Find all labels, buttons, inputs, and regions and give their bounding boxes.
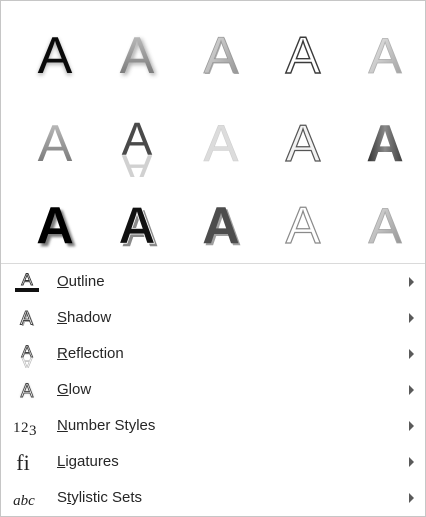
menu-item-shadow[interactable]: A A Shadow <box>1 300 425 336</box>
svg-text:A: A <box>118 197 156 255</box>
effect-fill-dark-bevel[interactable]: A A <box>185 187 257 259</box>
reflection-icon: A A <box>9 340 45 373</box>
svg-text:abc: abc <box>13 493 35 509</box>
svg-text:A: A <box>38 27 73 85</box>
menu-item-number-styles[interactable]: 1 2 3 Number Styles <box>1 408 425 444</box>
effect-fill-black-glow[interactable]: A A <box>19 17 91 89</box>
shadow-icon: A A <box>9 304 45 332</box>
svg-text:A: A <box>122 145 153 177</box>
menu-item-label: Ligatures <box>57 453 119 470</box>
menu-item-label: Reflection <box>57 345 124 362</box>
text-effects-gallery: A A A A A A A A A A A A A A A A A A A A … <box>1 1 425 263</box>
svg-text:A: A <box>204 27 239 85</box>
svg-text:A: A <box>38 115 73 173</box>
svg-text:A: A <box>366 115 404 173</box>
effect-fill-dark-gradient[interactable]: A <box>349 105 421 177</box>
svg-text:fi: fi <box>16 450 29 475</box>
svg-text:A: A <box>286 27 321 85</box>
submenu-arrow-icon <box>409 385 414 395</box>
number-styles-icon: 1 2 3 <box>9 412 45 440</box>
svg-text:A: A <box>21 381 34 402</box>
menu-item-label: Shadow <box>57 309 112 326</box>
menu-item-glow[interactable]: A A Glow <box>1 372 425 408</box>
text-effects-panel: A A A A A A A A A A A A A A A A A A A A … <box>0 0 426 517</box>
menu-item-stylistic-sets[interactable]: abc Stylistic Sets <box>1 480 425 516</box>
glow-icon: A A <box>9 376 45 404</box>
submenu-arrow-icon <box>409 349 414 359</box>
effect-outline-white[interactable]: A <box>267 17 339 89</box>
svg-text:A: A <box>368 198 402 254</box>
effect-outline-gray-inner[interactable]: A <box>267 105 339 177</box>
svg-text:1: 1 <box>13 420 21 436</box>
ligatures-icon: fi <box>9 448 45 476</box>
svg-text:2: 2 <box>21 420 29 436</box>
svg-text:A: A <box>202 197 240 255</box>
svg-text:A: A <box>21 353 33 368</box>
menu-item-label: Glow <box>57 381 92 398</box>
effect-fill-dark-reflection[interactable]: A A <box>101 105 173 177</box>
svg-text:A: A <box>36 197 74 255</box>
outline-icon: A <box>9 268 45 296</box>
effect-fill-gray-bevel[interactable]: A A <box>185 17 257 89</box>
effect-fill-light-gray-gradient[interactable]: A <box>349 17 421 89</box>
svg-text:A: A <box>204 115 239 173</box>
svg-text:A: A <box>20 309 33 330</box>
submenu-arrow-icon <box>409 421 414 431</box>
effect-fill-gradient-bevel[interactable]: A <box>349 187 421 259</box>
svg-text:A: A <box>120 27 155 85</box>
svg-text:A: A <box>21 270 33 289</box>
svg-text:A: A <box>286 197 321 255</box>
menu-item-ligatures[interactable]: fi Ligatures <box>1 444 425 480</box>
menu-item-label: Stylistic Sets <box>57 489 143 506</box>
effect-fill-pale-gray[interactable]: A <box>185 105 257 177</box>
svg-text:A: A <box>368 28 402 84</box>
submenu-arrow-icon <box>409 493 414 503</box>
menu-item-outline[interactable]: A Outline <box>1 264 425 300</box>
effect-outline-light[interactable]: A <box>267 187 339 259</box>
effect-fill-gray-gradient[interactable]: A <box>19 105 91 177</box>
svg-text:3: 3 <box>29 423 37 439</box>
submenu-arrow-icon <box>409 313 414 323</box>
submenu-arrow-icon <box>409 457 414 467</box>
effect-fill-gray-shadow[interactable]: A A <box>101 17 173 89</box>
svg-text:A: A <box>286 115 321 173</box>
menu-item-label: Outline <box>57 273 105 290</box>
submenu-arrow-icon <box>409 277 414 287</box>
menu-item-label: Number Styles <box>57 417 156 434</box>
effect-fill-black-outline-shadow[interactable]: A A <box>101 187 173 259</box>
menu-item-reflection[interactable]: A A Reflection <box>1 336 425 372</box>
effect-fill-black-bold-shadow[interactable]: A A <box>19 187 91 259</box>
stylistic-sets-icon: abc <box>9 484 45 512</box>
